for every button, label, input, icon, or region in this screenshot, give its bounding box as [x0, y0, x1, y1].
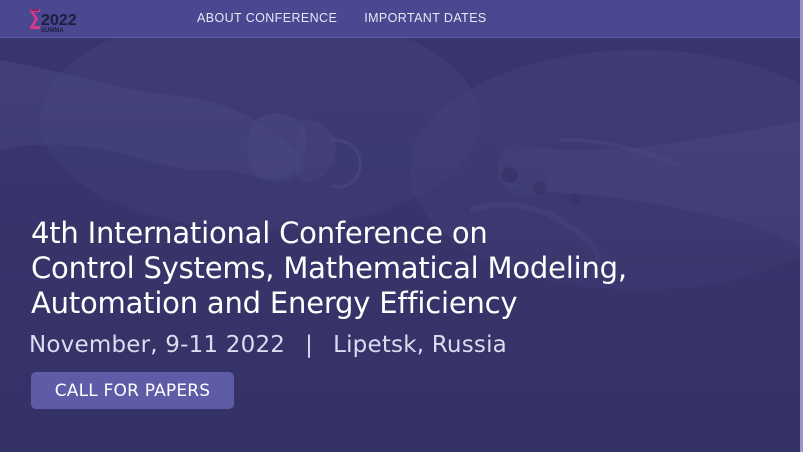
nav-important-dates[interactable]: IMPORTANT DATES — [364, 11, 486, 25]
summa-logo-icon[interactable]: 2022 SUMMA — [28, 6, 84, 34]
logo-year: 2022 — [41, 12, 77, 29]
conference-date: November, 9-11 2022 — [29, 332, 286, 358]
conference-title-line-2: Control Systems, Mathematical Modeling, — [31, 251, 627, 285]
page-frame: 2022 SUMMA ABOUT CONFERENCE IMPORTANT DA… — [0, 0, 803, 452]
logo-subtext: SUMMA — [41, 28, 64, 34]
top-navigation-bar: 2022 SUMMA ABOUT CONFERENCE IMPORTANT DA… — [0, 0, 803, 38]
conference-location: Lipetsk, Russia — [333, 332, 507, 358]
conference-title-line-3: Automation and Energy Efficiency — [31, 286, 518, 320]
main-navigation: ABOUT CONFERENCE IMPORTANT DATES — [197, 11, 487, 25]
conference-title: 4th International Conference on Control … — [31, 216, 731, 321]
meta-separator: | — [305, 332, 314, 358]
nav-about-conference[interactable]: ABOUT CONFERENCE — [197, 11, 337, 25]
call-for-papers-button[interactable]: CALL FOR PAPERS — [31, 372, 234, 409]
conference-title-line-1: 4th International Conference on — [31, 216, 488, 250]
conference-date-location: November, 9-11 2022 | Lipetsk, Russia — [29, 332, 507, 358]
